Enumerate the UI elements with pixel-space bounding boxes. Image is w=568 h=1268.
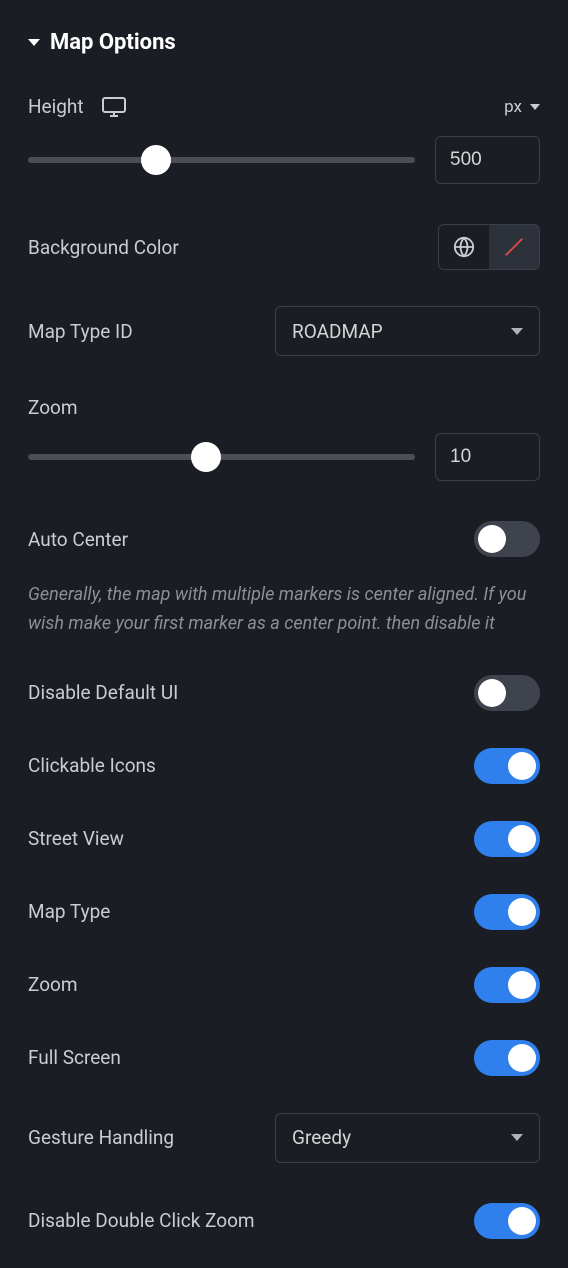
full-screen-row: Full Screen — [28, 1040, 540, 1076]
zoom-slider[interactable] — [28, 454, 415, 460]
chevron-down-icon — [530, 104, 540, 110]
height-unit-value: px — [504, 97, 522, 117]
zoom-control-row: Zoom — [28, 967, 540, 1003]
section-title: Map Options — [50, 30, 176, 55]
auto-center-toggle[interactable] — [474, 521, 540, 557]
disable-double-click-zoom-label: Disable Double Click Zoom — [28, 1209, 255, 1232]
map-type-toggle[interactable] — [474, 894, 540, 930]
map-type-id-row: Map Type ID ROADMAP — [28, 306, 540, 356]
height-slider-row — [28, 136, 540, 184]
clickable-icons-row: Clickable Icons — [28, 748, 540, 784]
chevron-down-icon — [28, 39, 40, 46]
auto-center-help: Generally, the map with multiple markers… — [28, 581, 540, 639]
zoom-row: Zoom — [28, 396, 540, 419]
zoom-input[interactable] — [435, 433, 540, 481]
clickable-icons-label: Clickable Icons — [28, 754, 156, 777]
gesture-handling-label: Gesture Handling — [28, 1126, 174, 1149]
zoom-control-toggle[interactable] — [474, 967, 540, 1003]
chevron-down-icon — [511, 1134, 523, 1141]
map-type-label: Map Type — [28, 900, 110, 923]
gesture-handling-select[interactable]: Greedy — [275, 1113, 540, 1163]
auto-center-row: Auto Center — [28, 521, 540, 557]
height-unit-select[interactable]: px — [504, 97, 540, 117]
no-color-icon — [503, 236, 525, 258]
disable-default-ui-label: Disable Default UI — [28, 681, 178, 704]
clickable-icons-toggle[interactable] — [474, 748, 540, 784]
street-view-row: Street View — [28, 821, 540, 857]
background-color-row: Background Color — [28, 224, 540, 270]
zoom-label: Zoom — [28, 396, 78, 419]
street-view-toggle[interactable] — [474, 821, 540, 857]
globe-icon — [453, 236, 475, 258]
desktop-icon — [102, 97, 126, 117]
map-type-id-select[interactable]: ROADMAP — [275, 306, 540, 356]
section-header[interactable]: Map Options — [28, 30, 540, 55]
full-screen-label: Full Screen — [28, 1046, 121, 1069]
map-type-id-label: Map Type ID — [28, 320, 133, 343]
zoom-slider-thumb[interactable] — [191, 442, 221, 472]
gesture-handling-value: Greedy — [292, 1126, 351, 1149]
disable-default-ui-toggle[interactable] — [474, 675, 540, 711]
zoom-control-label: Zoom — [28, 973, 78, 996]
height-input[interactable] — [435, 136, 540, 184]
map-type-id-value: ROADMAP — [292, 320, 383, 343]
auto-center-label: Auto Center — [28, 528, 128, 551]
chevron-down-icon — [511, 328, 523, 335]
zoom-slider-row — [28, 433, 540, 481]
height-label: Height — [28, 95, 84, 118]
color-swatch-button[interactable] — [489, 225, 539, 269]
street-view-label: Street View — [28, 827, 124, 850]
disable-default-ui-row: Disable Default UI — [28, 675, 540, 711]
height-slider[interactable] — [28, 157, 415, 163]
gesture-handling-row: Gesture Handling Greedy — [28, 1113, 540, 1163]
background-color-label: Background Color — [28, 236, 179, 259]
map-type-row: Map Type — [28, 894, 540, 930]
color-global-button[interactable] — [439, 225, 489, 269]
height-row: Height px — [28, 95, 540, 118]
height-slider-thumb[interactable] — [141, 145, 171, 175]
full-screen-toggle[interactable] — [474, 1040, 540, 1076]
background-color-control — [438, 224, 540, 270]
disable-double-click-zoom-row: Disable Double Click Zoom — [28, 1203, 540, 1239]
disable-double-click-zoom-toggle[interactable] — [474, 1203, 540, 1239]
